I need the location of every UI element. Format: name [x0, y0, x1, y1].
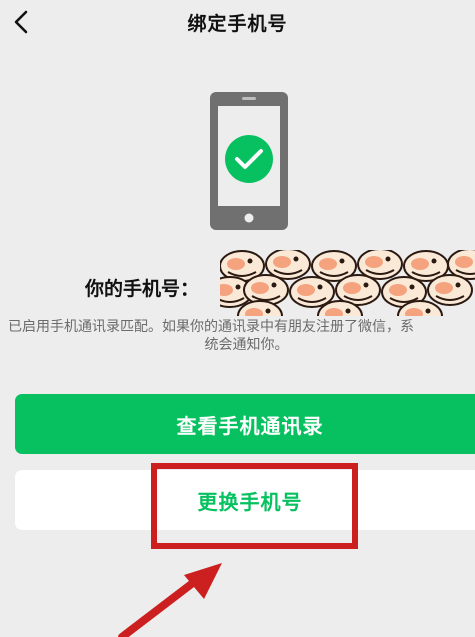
smartphone-icon: [210, 92, 288, 230]
view-contacts-button[interactable]: 查看手机通讯录: [15, 394, 475, 454]
navigation-bar: 绑定手机号: [0, 0, 475, 44]
page-title: 绑定手机号: [187, 13, 288, 35]
change-number-button[interactable]: 更换手机号: [15, 470, 475, 530]
number-mosaic-sticker: [220, 250, 475, 316]
annotation-arrow-icon: [118, 563, 222, 637]
notice-line-1: 已启用手机通讯录匹配。如果你的通讯录中有朋友注册了微信，系: [8, 319, 414, 335]
phone-number-label: 你的手机号：: [85, 278, 200, 300]
contact-matching-notice: 已启用手机通讯录匹配。如果你的通讯录中有朋友注册了微信，系 统会通知你。: [0, 318, 475, 354]
notice-line-2: 统会通知你。: [204, 337, 289, 353]
check-circle-icon: [225, 135, 273, 183]
